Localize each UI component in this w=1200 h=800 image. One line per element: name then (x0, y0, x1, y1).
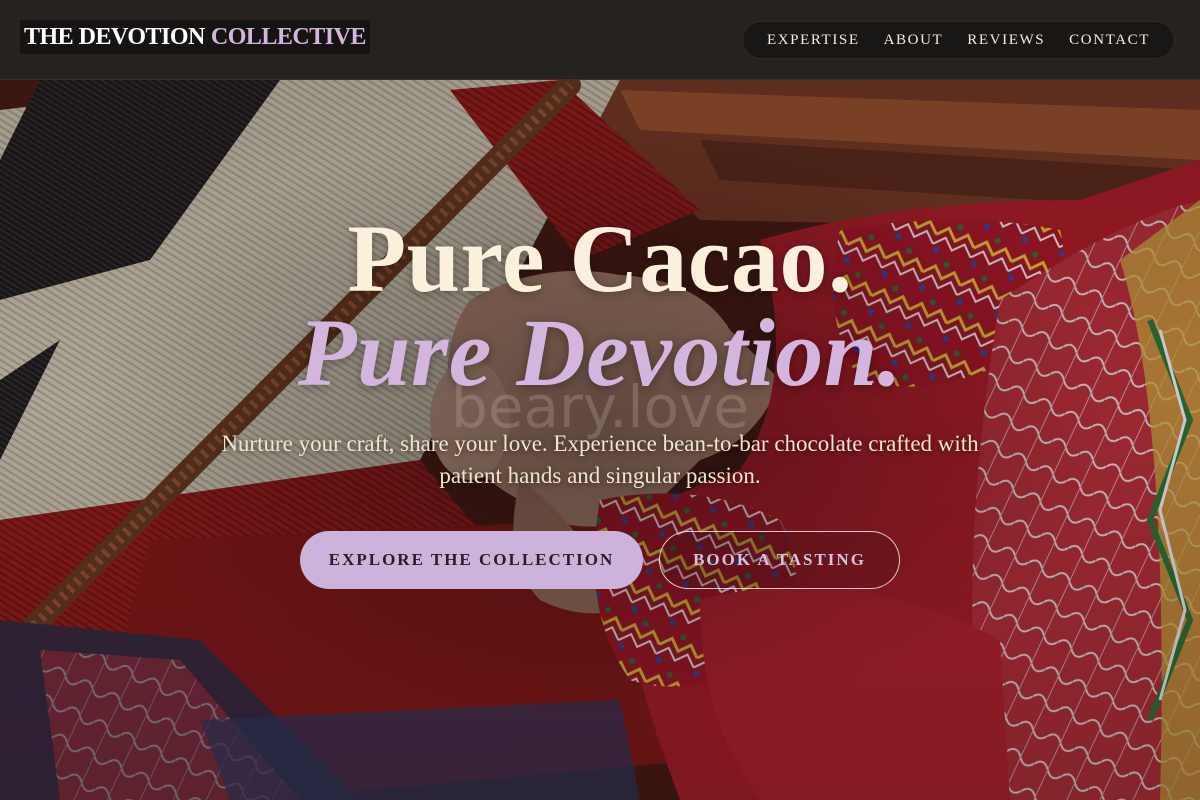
site-header: THE DEVOTION COLLECTIVE EXPERTISE ABOUT … (0, 0, 1200, 80)
hero-subtitle: Nurture your craft, share your love. Exp… (221, 431, 979, 488)
hero-section: Pure Cacao. Pure Devotion. beary.love Nu… (0, 0, 1200, 800)
nav-link-about[interactable]: ABOUT (884, 32, 944, 49)
main-nav: EXPERTISE ABOUT REVIEWS CONTACT (741, 21, 1175, 59)
nav-link-contact[interactable]: CONTACT (1069, 32, 1150, 49)
landing-page: THE DEVOTION COLLECTIVE EXPERTISE ABOUT … (0, 0, 1200, 800)
book-tasting-button[interactable]: BOOK A TASTING (659, 531, 900, 589)
brand-accent-text: COLLECTIVE (210, 23, 367, 50)
brand-logo[interactable]: THE DEVOTION COLLECTIVE (20, 20, 370, 54)
brand-name: THE DEVOTION (24, 23, 205, 50)
nav-link-expertise[interactable]: EXPERTISE (767, 32, 860, 49)
explore-collection-button[interactable]: EXPLORE THE COLLECTION (300, 531, 643, 589)
nav-link-reviews[interactable]: REVIEWS (967, 32, 1045, 49)
